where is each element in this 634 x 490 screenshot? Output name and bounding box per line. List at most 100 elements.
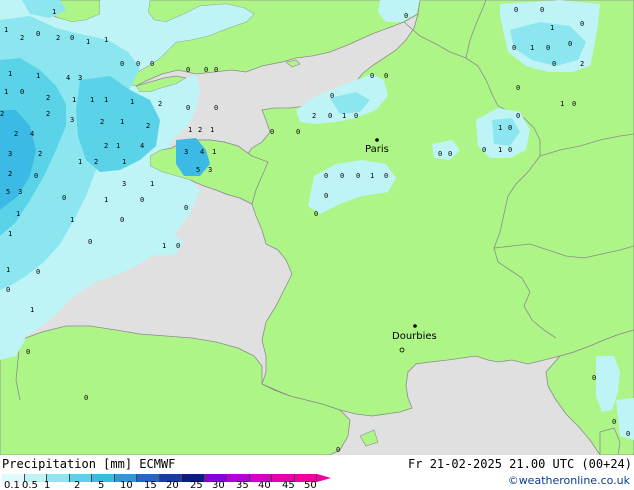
- precip-value: 1: [90, 96, 94, 104]
- precip-value: 3: [70, 116, 74, 124]
- precip-value: 0: [448, 150, 452, 158]
- precip-value: 2: [146, 122, 150, 130]
- precip-value: 0: [384, 72, 388, 80]
- legend-label: 45: [282, 480, 295, 490]
- precip-value: 0: [214, 104, 218, 112]
- precip-value: 0: [404, 12, 408, 20]
- legend-label: 40: [258, 480, 271, 490]
- precip-value: 3: [18, 188, 22, 196]
- precip-value: 1: [342, 112, 346, 120]
- precip-value: 0: [176, 242, 180, 250]
- precip-value: 4: [200, 148, 204, 156]
- legend-label: 15: [144, 480, 157, 490]
- precip-value: 2: [100, 118, 104, 126]
- precip-value: 5: [196, 166, 200, 174]
- precip-value: 1: [550, 24, 554, 32]
- precip-value: 1: [116, 142, 120, 150]
- precip-value: 3: [78, 74, 82, 82]
- legend-label: 35: [236, 480, 249, 490]
- precip-value: 0: [508, 146, 512, 154]
- precip-value: 0: [88, 238, 92, 246]
- precip-value: 2: [94, 158, 98, 166]
- precip-value: 1: [150, 180, 154, 188]
- weather-map-screen: 1 2 0 1 2 0 1 1 0 0 0 0 0 0 1 1 4 3 1 0 …: [0, 0, 634, 490]
- precip-value: 0: [546, 44, 550, 52]
- legend-label: 25: [190, 480, 203, 490]
- precip-value: 1: [104, 36, 108, 44]
- precip-value: 0: [572, 100, 576, 108]
- legend-swatch: [69, 474, 92, 482]
- precip-value: 4: [30, 130, 34, 138]
- precip-value: 1: [212, 148, 216, 156]
- precip-value: 0: [36, 30, 40, 38]
- precip-value: 2: [56, 34, 60, 42]
- precip-value: 0: [512, 44, 516, 52]
- precip-value: 3: [8, 150, 12, 158]
- precip-value: 0: [328, 112, 332, 120]
- precip-value: 3: [208, 166, 212, 174]
- precip-value: 2: [104, 142, 108, 150]
- precip-value: 0: [552, 60, 556, 68]
- precip-value: 2: [20, 34, 24, 42]
- precip-value: 3: [122, 180, 126, 188]
- precip-value: 0: [324, 172, 328, 180]
- precip-value: 2: [8, 170, 12, 178]
- precip-value: 1: [86, 38, 90, 46]
- precip-value: 0: [214, 66, 218, 74]
- precip-value: 0: [186, 66, 190, 74]
- precip-value: 0: [482, 146, 486, 154]
- credit-link[interactable]: ©weatheronline.co.uk: [508, 474, 630, 487]
- legend-label: 20: [166, 480, 179, 490]
- precip-value: 1: [120, 118, 124, 126]
- precip-value: 0: [204, 66, 208, 74]
- precip-value: 1: [78, 158, 82, 166]
- precipitation-map: 1 2 0 1 2 0 1 1 0 0 0 0 0 0 1 1 4 3 1 0 …: [0, 0, 634, 455]
- precip-value: 1: [210, 126, 214, 134]
- precip-value: 0: [612, 418, 616, 426]
- precip-value: 0: [354, 112, 358, 120]
- legend-label: 1: [44, 480, 51, 490]
- precip-value: 0: [324, 192, 328, 200]
- city-label: Paris: [365, 144, 389, 155]
- precip-value: 0: [120, 60, 124, 68]
- precip-value: 1: [72, 96, 76, 104]
- precip-value: 2: [14, 130, 18, 138]
- precip-value: 0: [580, 20, 584, 28]
- precip-value: 1: [498, 124, 502, 132]
- precip-value: 1: [8, 70, 12, 78]
- legend-label: 0.5: [22, 480, 38, 490]
- precip-value: 1: [52, 8, 56, 16]
- precip-value: 1: [162, 242, 166, 250]
- precip-value: 0: [340, 172, 344, 180]
- precip-value: 0: [26, 348, 30, 356]
- precip-value: 0: [514, 6, 518, 14]
- precip-value: 3: [184, 148, 188, 156]
- precip-value: 1: [70, 216, 74, 224]
- precip-value: 2: [38, 150, 42, 158]
- precip-value: 2: [46, 110, 50, 118]
- precip-value: 0: [120, 216, 124, 224]
- precip-value: 1: [16, 210, 20, 218]
- precip-value: 0: [336, 446, 340, 454]
- precip-value: 0: [384, 172, 388, 180]
- precip-value: 2: [312, 112, 316, 120]
- chart-title: Precipitation [mm] ECMWF: [2, 457, 176, 471]
- precip-value: 1: [104, 96, 108, 104]
- precip-value: 1: [530, 44, 534, 52]
- precip-value: 0: [568, 40, 572, 48]
- precip-value: 1: [130, 98, 134, 106]
- precip-value: 1: [8, 230, 12, 238]
- map-footer: Precipitation [mm] ECMWF Fr 21-02-2025 2…: [0, 455, 634, 490]
- precip-value: 0: [62, 194, 66, 202]
- precip-value: 0: [516, 84, 520, 92]
- precip-value: 1: [122, 158, 126, 166]
- valid-time: Fr 21-02-2025 21.00 UTC (00+24): [408, 457, 632, 471]
- precip-value: 0: [626, 430, 630, 438]
- precip-value: 0: [150, 60, 154, 68]
- precip-value: 0: [186, 104, 190, 112]
- precip-value: 0: [592, 374, 596, 382]
- precip-value: 2: [46, 94, 50, 102]
- precip-value: 0: [438, 150, 442, 158]
- legend-arrow: [317, 474, 331, 482]
- precip-value: 1: [6, 266, 10, 274]
